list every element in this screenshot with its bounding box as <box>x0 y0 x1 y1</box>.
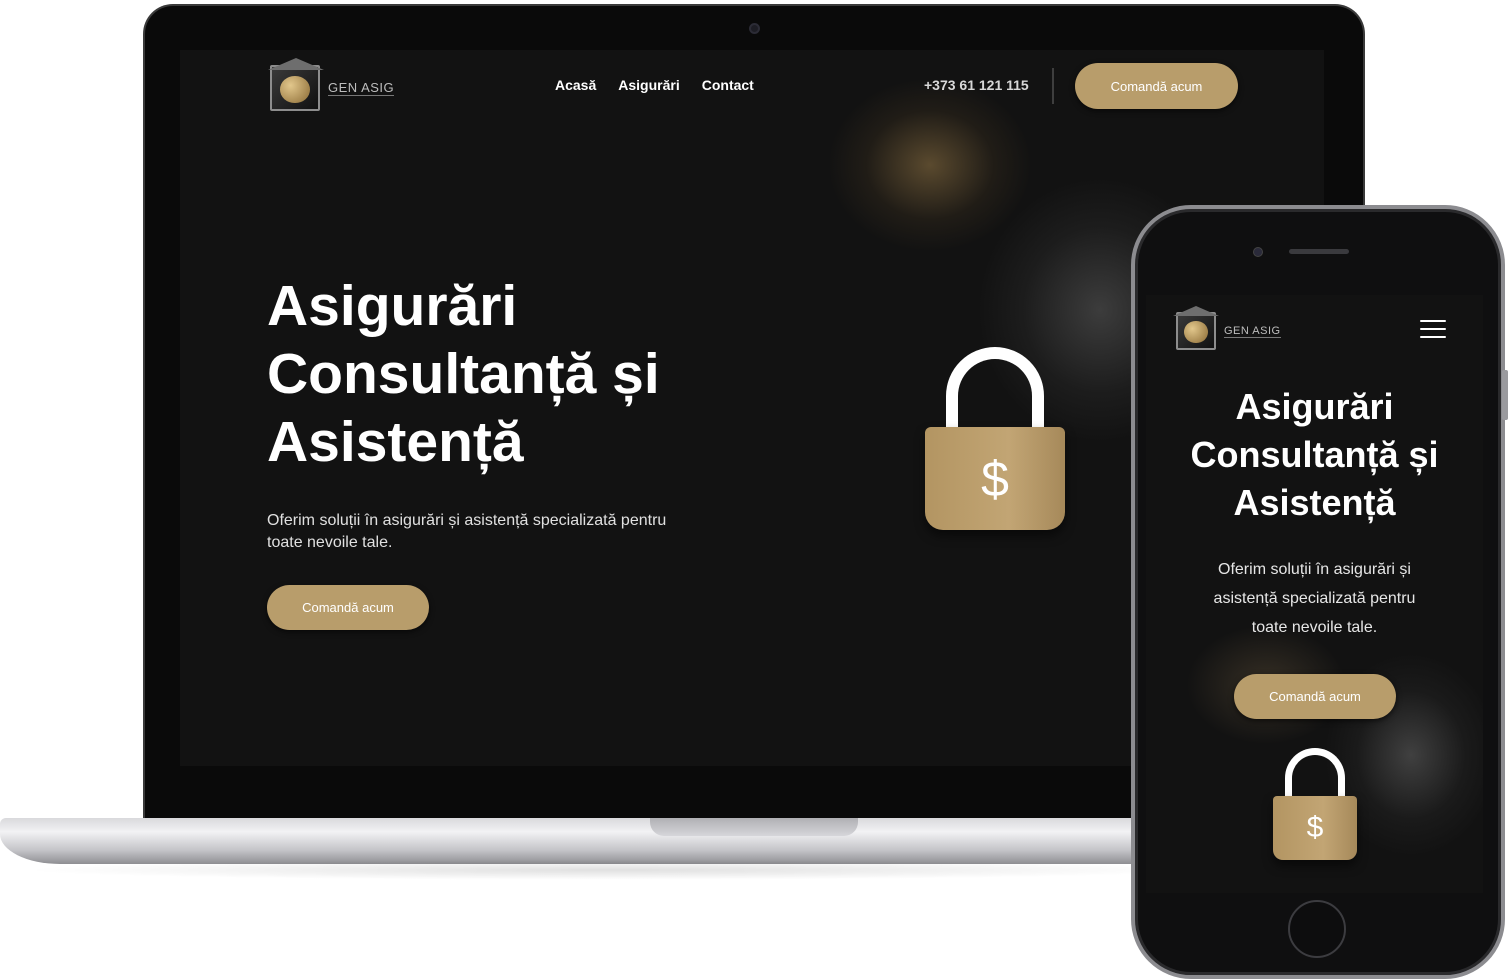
padlock-dollar-icon: $ <box>1273 748 1357 860</box>
hero-title-line: Consultanță și <box>1190 434 1439 475</box>
header-phone-link[interactable]: +373 61 121 115 <box>924 77 1029 93</box>
laptop-camera <box>749 23 760 34</box>
mobile-hero-subtitle: Oferim soluții în asigurări și asistență… <box>1176 555 1453 642</box>
laptop-base <box>0 818 1220 864</box>
hero-subtitle-line: toate nevoile tale. <box>267 534 393 551</box>
mobile-order-button[interactable]: Comandă acum <box>1234 674 1396 719</box>
hero-title-line: Asistență <box>267 410 524 474</box>
nav-item-contact[interactable]: Contact <box>702 77 754 93</box>
site-logo[interactable]: GEN ASIG <box>268 58 395 111</box>
hero-subtitle-line: asistență specializată pentru <box>1213 590 1416 607</box>
phone-speaker <box>1289 249 1349 254</box>
phone-side-button <box>1502 370 1508 420</box>
mobile-hero-title: Asigurări Consultanță și Asistență <box>1146 383 1483 527</box>
hamburger-menu-icon[interactable] <box>1420 320 1446 338</box>
hero-title-line: Asistență <box>1233 482 1396 523</box>
hero-subtitle-line: toate nevoile tale. <box>1251 619 1378 636</box>
laptop-shadow <box>20 860 1200 880</box>
nav-item-asigurari[interactable]: Asigurări <box>618 77 679 93</box>
hero-title: Asigurări Consultanță și Asistență <box>267 272 787 476</box>
hero-subtitle: Oferim soluții în asigurări și asistență… <box>267 510 757 554</box>
padlock-dollar-icon: $ <box>925 347 1065 530</box>
hero-title-line: Asigurări <box>267 274 518 338</box>
phone-home-button[interactable] <box>1288 900 1346 958</box>
header-order-button[interactable]: Comandă acum <box>1075 63 1238 109</box>
padlock-body: $ <box>1273 796 1357 860</box>
gen-asig-logo-icon <box>268 58 324 111</box>
main-nav: Acasă Asigurări Contact <box>555 77 754 93</box>
logo-text: GEN ASIG <box>1224 324 1281 338</box>
hero-title-line: Consultanță și <box>267 342 660 406</box>
padlock-body: $ <box>925 427 1065 530</box>
hero-subtitle-line: Oferim soluții în asigurări și <box>1218 561 1411 578</box>
mobile-site-logo[interactable]: GEN ASIG <box>1173 306 1281 350</box>
hero-subtitle-line: Oferim soluții în asigurări și asistență… <box>267 512 667 529</box>
phone-screen: GEN ASIG Asigurări Consultanță și Asiste… <box>1146 295 1483 893</box>
hero-title-line: Asigurări <box>1235 386 1394 427</box>
logo-text: GEN ASIG <box>328 80 395 96</box>
dollar-symbol: $ <box>981 450 1009 507</box>
phone-camera <box>1253 247 1263 257</box>
padlock-shackle <box>1285 748 1345 803</box>
hero-order-button[interactable]: Comandă acum <box>267 585 429 630</box>
dollar-symbol: $ <box>1306 811 1324 844</box>
laptop-notch <box>650 818 858 836</box>
padlock-shackle <box>946 347 1044 437</box>
gen-asig-logo-icon <box>1173 306 1219 350</box>
header-divider <box>1052 68 1054 104</box>
nav-item-acasa[interactable]: Acasă <box>555 77 596 93</box>
